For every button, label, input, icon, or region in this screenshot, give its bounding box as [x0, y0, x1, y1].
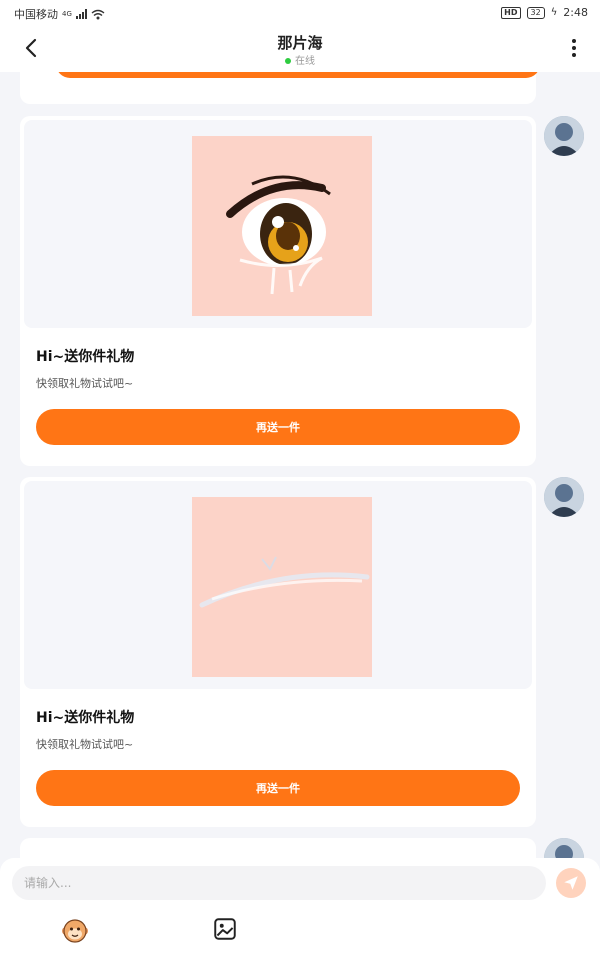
gift-card: Hi~送你件礼物 快领取礼物试试吧~ 再送一件 — [20, 477, 536, 827]
monkey-emoji-icon — [62, 919, 88, 943]
emoji-button[interactable] — [60, 916, 90, 946]
message-input[interactable] — [12, 866, 546, 900]
image-icon — [214, 918, 236, 940]
user-avatar-image — [544, 838, 584, 858]
user-avatar-image — [544, 116, 584, 156]
gift-card: Hi~送你件礼物 快领取礼物试试吧~ 再送一件 — [20, 116, 536, 466]
resend-gift-button[interactable]: 再送一件 — [36, 409, 520, 445]
gift-card-previous — [20, 72, 540, 104]
battery-icon: 32 — [526, 6, 545, 19]
avatar[interactable] — [544, 116, 584, 156]
anime-eye-sticker — [192, 136, 372, 316]
gift-subtitle: 快领取礼物试试吧~ — [36, 377, 134, 390]
avatar[interactable] — [544, 477, 584, 517]
online-status-label: 在线 — [295, 56, 315, 67]
more-options-button[interactable] — [562, 36, 586, 60]
network-type: 4G — [62, 10, 72, 18]
gift-title: Hi~送你件礼物 — [36, 349, 135, 365]
user-avatar-image — [544, 477, 584, 517]
chat-header: 那片海 在线 — [0, 26, 600, 72]
status-left: 中国移动 4G — [14, 6, 105, 22]
status-bar: 中国移动 4G HD 32 ϟ 2:48 — [0, 0, 600, 26]
gift-image[interactable] — [192, 136, 372, 316]
gift-media — [24, 481, 532, 689]
resend-button-partial[interactable] — [56, 72, 540, 78]
send-icon — [564, 876, 578, 890]
online-dot — [285, 58, 291, 64]
carrier-name: 中国移动 — [14, 8, 58, 21]
gift-subtitle: 快领取礼物试试吧~ — [36, 738, 134, 751]
clock-time: 2:48 — [563, 6, 588, 19]
closed-eye-sticker — [192, 497, 372, 677]
gift-card-next — [20, 838, 536, 858]
contact-name: 那片海 — [277, 34, 323, 52]
gift-title: Hi~送你件礼物 — [36, 710, 135, 726]
wifi-icon — [91, 9, 105, 19]
charging-icon: ϟ — [550, 7, 558, 18]
signal-icon — [75, 9, 87, 19]
gift-media — [24, 120, 532, 328]
avatar[interactable] — [544, 838, 584, 858]
online-status: 在线 — [0, 52, 600, 67]
input-bar — [0, 858, 600, 960]
message-list[interactable]: Hi~送你件礼物 快领取礼物试试吧~ 再送一件 Hi~送你件礼物 快领取礼物试试… — [0, 72, 600, 858]
send-button[interactable] — [556, 868, 586, 898]
more-vertical-icon — [572, 39, 576, 57]
image-button[interactable] — [212, 916, 238, 942]
hd-badge: HD — [501, 6, 521, 19]
gift-image[interactable] — [192, 497, 372, 677]
status-right: HD 32 ϟ 2:48 — [501, 6, 588, 19]
resend-gift-button[interactable]: 再送一件 — [36, 770, 520, 806]
